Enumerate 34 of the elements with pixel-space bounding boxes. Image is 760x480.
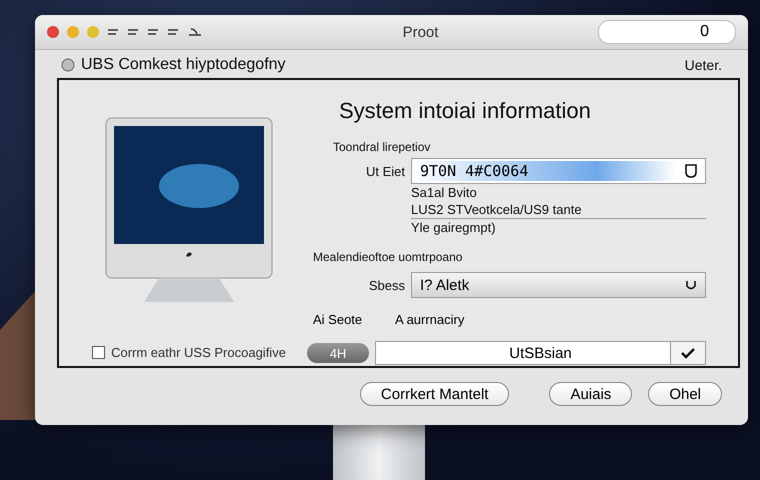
info-text: Sa1al Bvito (411, 184, 478, 201)
section-label: Toondral lirepetiov (333, 140, 432, 154)
search-field[interactable]: 0 (598, 20, 736, 44)
checkmark-icon (681, 347, 695, 359)
row-value: A aurrnaciry (395, 312, 464, 327)
field-label: Sbess (368, 278, 405, 292)
shield-icon (685, 164, 697, 178)
pill-button[interactable]: 4H (307, 343, 369, 363)
panel-heading: System intoiai information (339, 98, 592, 124)
select-field[interactable]: UtSBsian (375, 341, 706, 365)
dialog-button[interactable]: Corrkert Mantelt (360, 382, 510, 406)
toolbar-icon[interactable] (167, 28, 179, 36)
field-label: Ut Eiet (364, 164, 405, 178)
dialog-button[interactable]: Ohel (648, 382, 722, 406)
section-label: Mealendieoftoe uomtrpoano (313, 250, 464, 264)
dropdown[interactable]: I? Aletk (411, 272, 706, 298)
disc-icon (61, 58, 75, 72)
window-title: Proot (402, 24, 440, 40)
row-label: Ai Seote (313, 312, 364, 327)
id-field[interactable]: 9T0N 4#C0064 (411, 158, 706, 184)
toolbar-icon[interactable] (147, 28, 159, 36)
header-title: UBS Comkest hiyptodegofny (81, 56, 286, 74)
checkbox-label: Corrm eathr USS Procoagifive (111, 345, 286, 360)
info-text: LUS2 STVeotkcela/US9 tante (411, 201, 706, 219)
header-label: Ueter. (684, 57, 722, 73)
toolbar-icon[interactable] (107, 28, 119, 36)
checkbox[interactable] (92, 346, 106, 359)
toolbar-icon[interactable] (187, 27, 203, 37)
chevron-down-icon (685, 279, 697, 291)
close-button[interactable] (47, 26, 59, 38)
select-toggle[interactable] (670, 342, 705, 364)
toolbar-icon[interactable] (127, 28, 139, 36)
dialog-button[interactable]: Auiais (549, 382, 632, 406)
info-text: Yle gairegmpt) (411, 219, 497, 236)
